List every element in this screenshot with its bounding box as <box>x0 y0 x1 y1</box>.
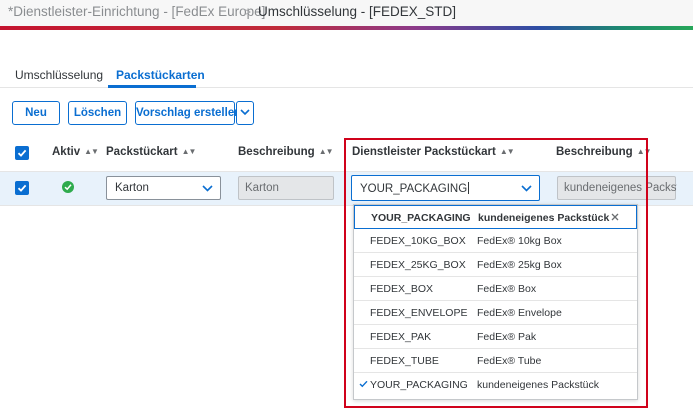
tab-umschluesselung[interactable]: Umschlüsselung <box>15 68 103 82</box>
description-field: Karton <box>238 176 334 200</box>
header-description[interactable]: Beschreibung ▲▼ <box>238 146 334 158</box>
success-check-icon <box>64 184 72 191</box>
brand-stripe <box>0 26 693 30</box>
new-button[interactable]: Neu <box>12 101 60 125</box>
active-tab-indicator <box>108 85 196 88</box>
chevron-down-icon[interactable] <box>202 185 213 192</box>
chevron-right-icon: > <box>244 5 252 19</box>
active-status-icon <box>62 181 74 193</box>
chevron-down-icon <box>240 109 250 116</box>
sort-icon[interactable]: ▲▼ <box>319 147 334 156</box>
row-checkbox[interactable] <box>15 181 29 195</box>
header-package-type[interactable]: Packstückart ▲▼ <box>106 146 197 158</box>
select-all-checkbox[interactable] <box>15 146 29 160</box>
description-value: Karton <box>245 182 279 194</box>
title-bar: *Dienstleister-Einrichtung - [FedEx Euro… <box>0 0 693 26</box>
breadcrumb-current: Umschlüsselung - [FEDEX_STD] <box>258 4 457 19</box>
highlight-frame <box>344 138 648 408</box>
check-icon <box>17 149 27 157</box>
create-suggestion-button[interactable]: Vorschlag erstellen <box>135 101 241 125</box>
package-type-select[interactable]: Karton <box>106 176 221 200</box>
header-active-label: Aktiv <box>52 146 81 158</box>
header-active[interactable]: Aktiv ▲▼ <box>52 146 99 158</box>
suggestion-menu-button[interactable] <box>236 101 254 125</box>
sort-icon[interactable]: ▲▼ <box>84 147 99 156</box>
tab-packstueckarten[interactable]: Packstückarten <box>116 68 205 82</box>
package-type-value: Karton <box>115 182 149 194</box>
check-icon <box>17 184 27 192</box>
breadcrumb-parent[interactable]: *Dienstleister-Einrichtung - [FedEx Euro… <box>8 4 265 19</box>
header-package-type-label: Packstückart <box>106 146 178 158</box>
delete-button[interactable]: Löschen <box>68 101 127 125</box>
header-description-label: Beschreibung <box>238 146 315 158</box>
tab-bar: Umschlüsselung Packstückarten <box>0 60 693 88</box>
sort-icon[interactable]: ▲▼ <box>182 147 197 156</box>
